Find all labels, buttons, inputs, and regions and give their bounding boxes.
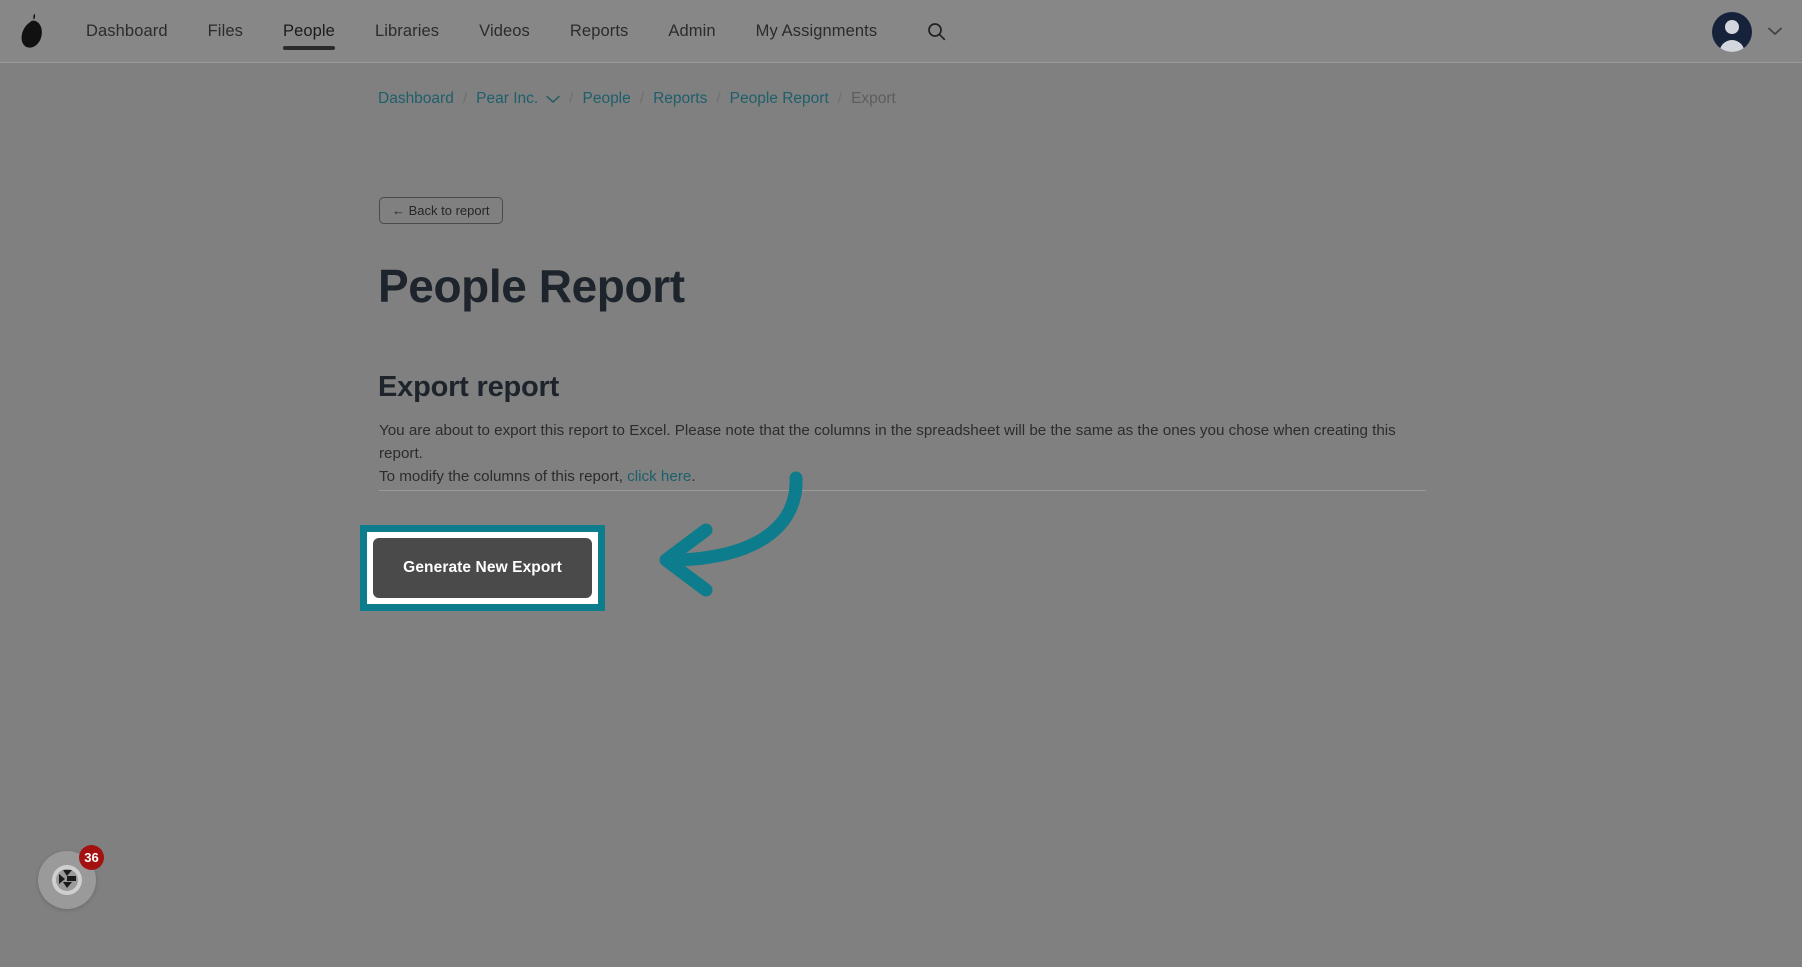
breadcrumb-item-export: Export: [851, 90, 896, 107]
chevron-down-icon: [546, 95, 560, 103]
breadcrumb-item-pear-inc[interactable]: Pear Inc.: [476, 90, 538, 108]
nav-item-dashboard[interactable]: Dashboard: [66, 0, 188, 63]
nav-item-videos[interactable]: Videos: [459, 0, 550, 63]
account-menu[interactable]: [1712, 0, 1782, 63]
breadcrumb-item-reports[interactable]: Reports: [653, 90, 707, 108]
export-description-line1: You are about to export this report to E…: [379, 422, 1396, 462]
nav-item-reports[interactable]: Reports: [550, 0, 648, 63]
nav-item-my-assignments[interactable]: My Assignments: [736, 0, 898, 63]
chevron-down-icon[interactable]: [1768, 27, 1782, 36]
user-avatar[interactable]: [1712, 11, 1752, 52]
nav-item-label: Admin: [668, 21, 716, 40]
nav-item-label: My Assignments: [755, 21, 878, 40]
breadcrumb-separator: /: [716, 90, 721, 107]
export-description-line2-suffix: .: [691, 468, 696, 485]
back-to-report-button[interactable]: ← Back to report: [379, 197, 503, 224]
breadcrumb-separator: /: [639, 90, 645, 107]
nav-item-label: Dashboard: [86, 21, 168, 40]
section-divider: [379, 490, 1426, 491]
pear-logo-icon: [21, 13, 42, 48]
generate-export-highlight: Generate New Export: [360, 525, 605, 611]
breadcrumb: Dashboard / Pear Inc. / People / Reports…: [378, 90, 896, 108]
search-icon: [927, 22, 945, 40]
page-title: People Report: [378, 260, 685, 312]
breadcrumb-item-people-report[interactable]: People Report: [730, 90, 829, 108]
nav-item-label: People: [282, 21, 335, 40]
nav-item-label: Reports: [569, 21, 629, 40]
breadcrumb-separator: /: [462, 90, 468, 107]
help-widget-badge: 36: [79, 845, 104, 870]
search-button[interactable]: [919, 14, 953, 48]
export-description-line2-prefix: To modify the columns of this report,: [379, 468, 628, 485]
breadcrumb-item-dashboard[interactable]: Dashboard: [378, 90, 454, 108]
avatar-head-icon: [1725, 19, 1739, 34]
help-widget-button[interactable]: 36: [38, 845, 104, 909]
nav-item-label: Libraries: [374, 21, 440, 40]
modify-columns-link[interactable]: click here: [627, 468, 691, 485]
breadcrumb-dropdown-toggle[interactable]: [546, 95, 560, 104]
breadcrumb-separator: /: [569, 90, 574, 107]
help-widget-icon: [52, 865, 82, 895]
export-description: You are about to export this report to E…: [379, 419, 1439, 488]
nav-item-people[interactable]: People: [263, 0, 355, 63]
generate-new-export-button[interactable]: Generate New Export: [373, 538, 592, 598]
nav-item-list: Dashboard Files People Libraries Videos …: [66, 0, 897, 63]
section-title-export-report: Export report: [378, 371, 560, 403]
page-root: Dashboard Files People Libraries Videos …: [0, 0, 1802, 967]
breadcrumb-item-people[interactable]: People: [582, 90, 630, 108]
app-logo[interactable]: [0, 0, 66, 63]
top-navigation-bar: Dashboard Files People Libraries Videos …: [0, 0, 1802, 63]
nav-item-files[interactable]: Files: [188, 0, 263, 63]
breadcrumb-separator: /: [837, 90, 843, 107]
nav-item-label: Videos: [479, 21, 530, 40]
nav-item-libraries[interactable]: Libraries: [355, 0, 459, 63]
avatar-body-icon: [1719, 39, 1745, 52]
nav-item-label: Files: [207, 21, 243, 40]
nav-item-admin[interactable]: Admin: [648, 0, 735, 63]
